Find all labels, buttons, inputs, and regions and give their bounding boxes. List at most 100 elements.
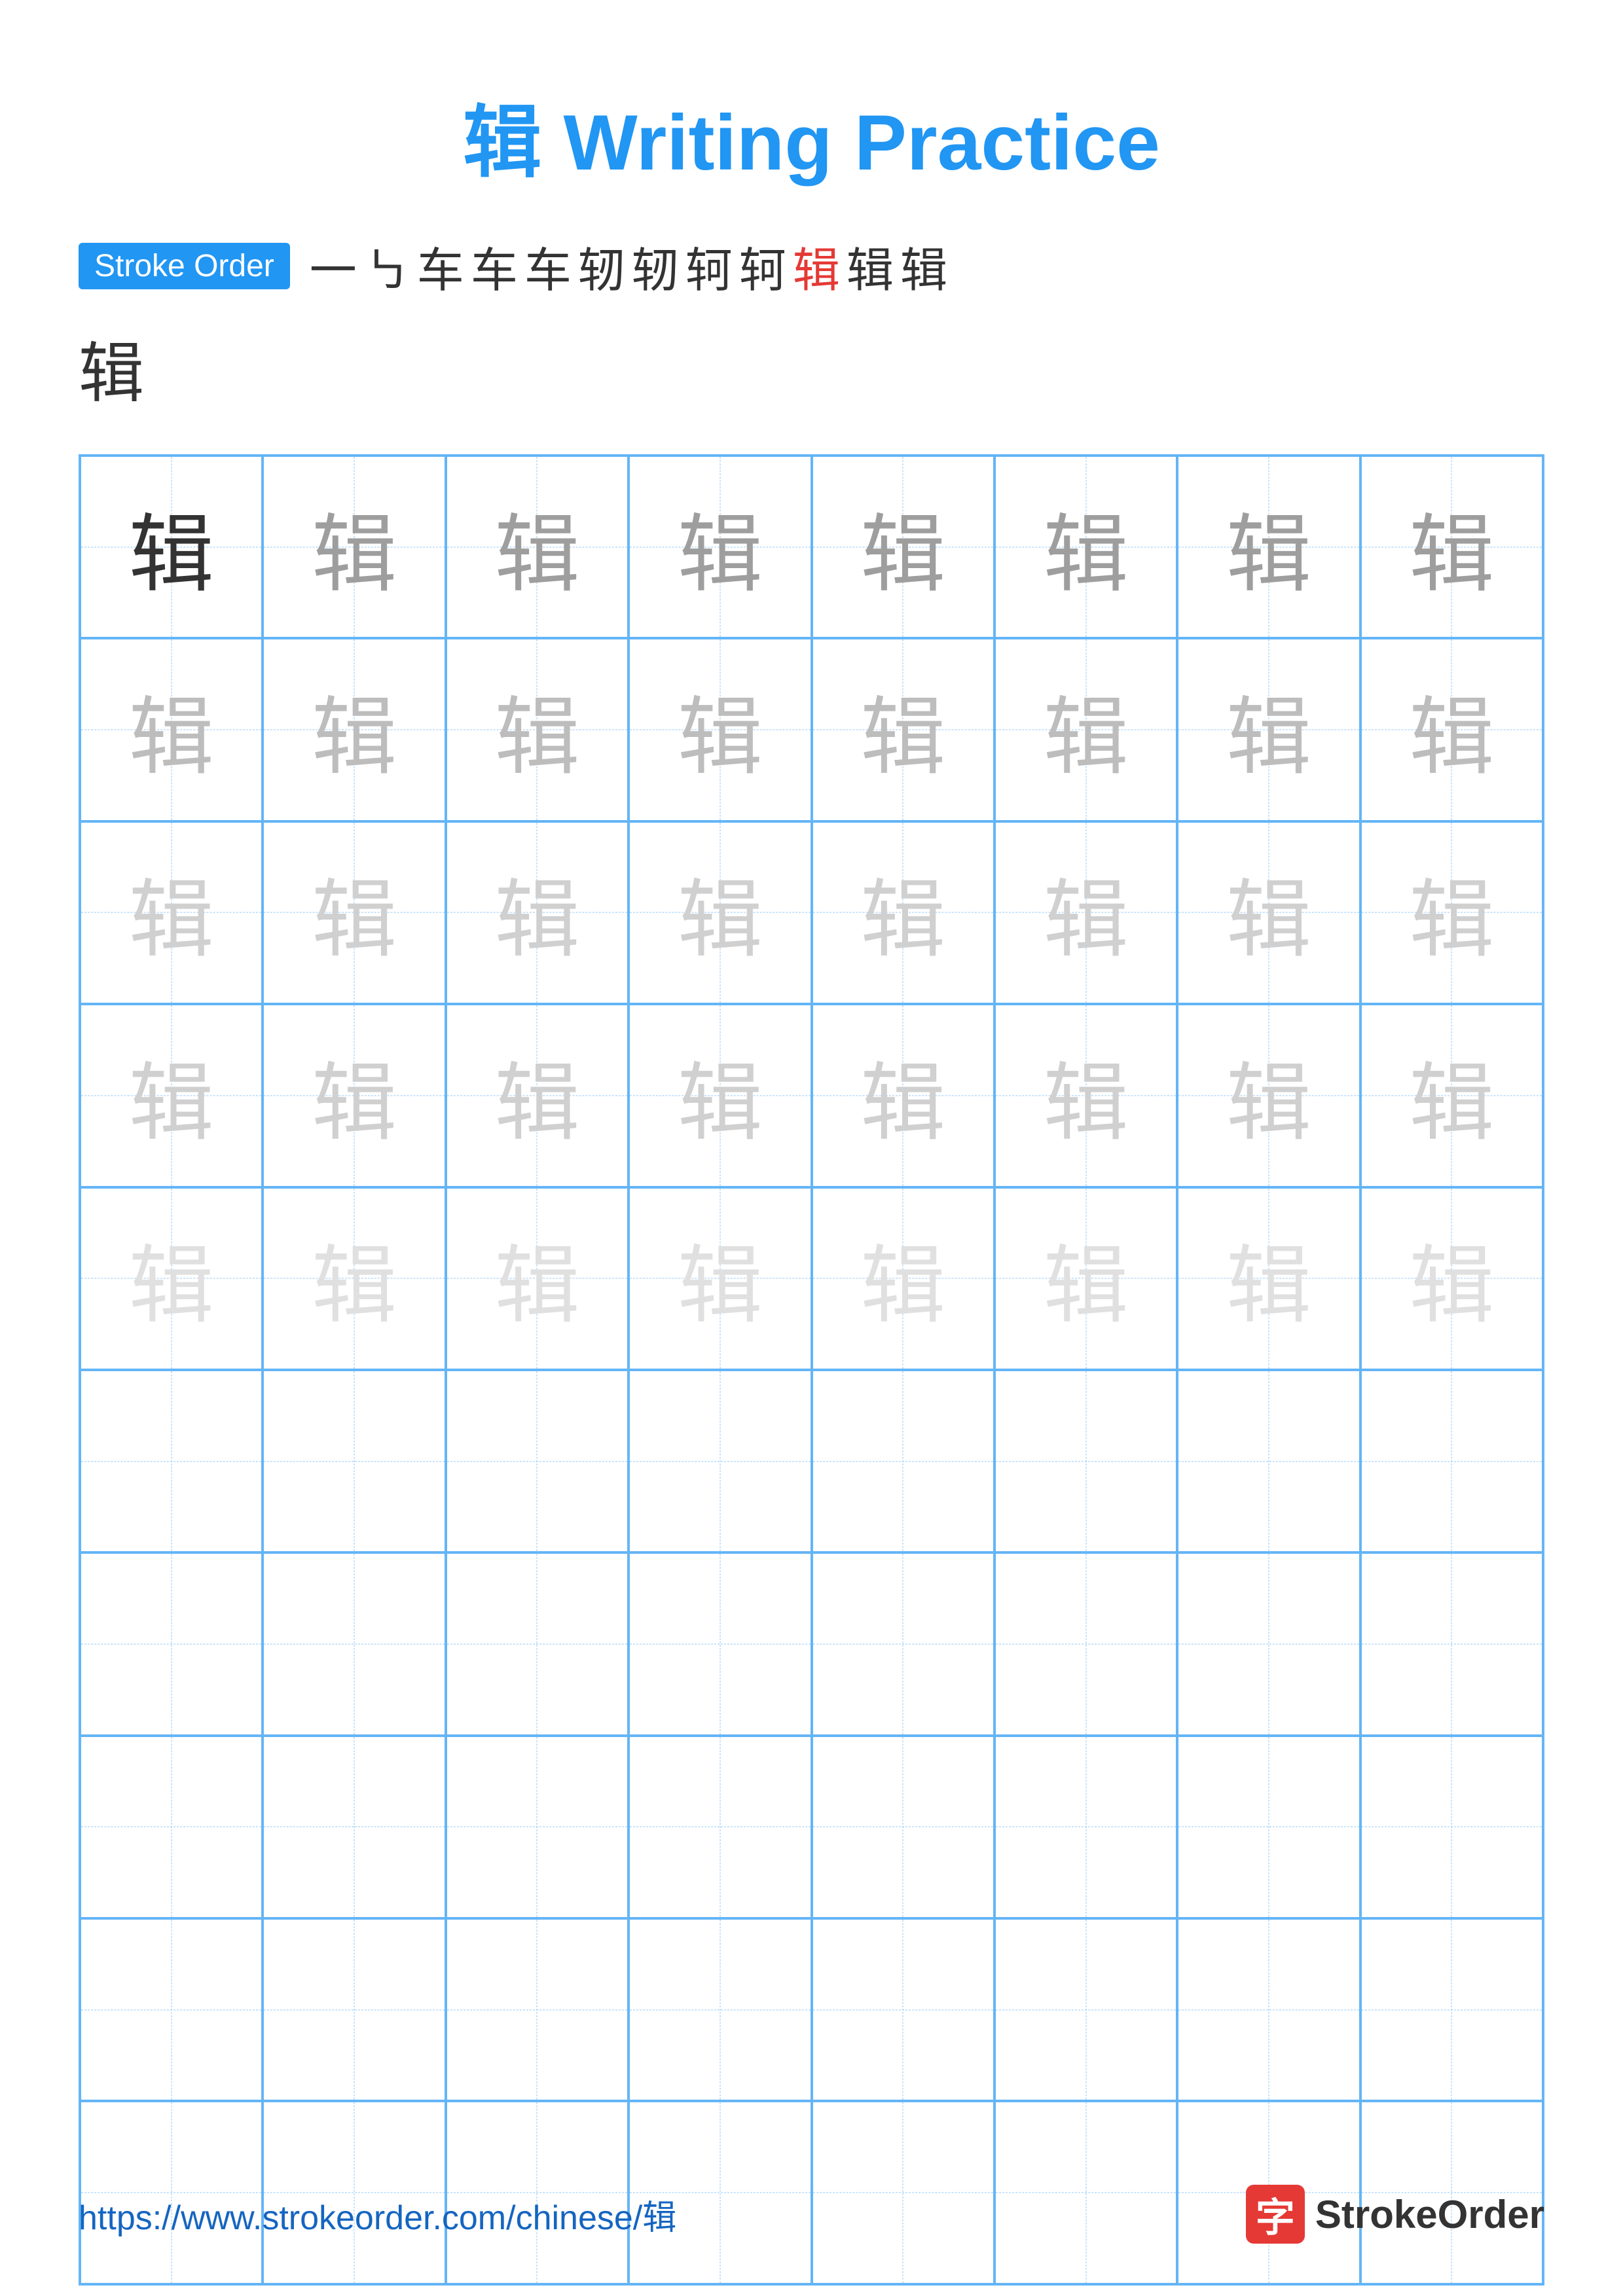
grid-cell-empty[interactable]: [80, 1552, 263, 1735]
grid-cell[interactable]: 辑: [263, 1187, 445, 1370]
practice-char: 辑: [678, 1034, 763, 1157]
grid-cell[interactable]: 辑: [812, 638, 994, 821]
grid-cell[interactable]: 辑: [1177, 638, 1360, 821]
grid-cell-empty[interactable]: [629, 1552, 811, 1735]
practice-char: 辑: [1409, 1217, 1494, 1340]
grid-cell-empty[interactable]: [812, 1552, 994, 1735]
grid-cell-empty[interactable]: [263, 1370, 445, 1552]
grid-cell-empty[interactable]: [263, 1552, 445, 1735]
grid-cell[interactable]: 辑: [1360, 638, 1543, 821]
grid-cell-empty[interactable]: [994, 1370, 1177, 1552]
stroke-3: 车: [417, 232, 464, 300]
grid-row-3: 辑 辑 辑 辑 辑 辑 辑 辑: [80, 821, 1543, 1004]
practice-char: 辑: [1226, 851, 1311, 974]
grid-row-5: 辑 辑 辑 辑 辑 辑 辑 辑: [80, 1187, 1543, 1370]
grid-cell[interactable]: 辑: [80, 821, 263, 1004]
grid-cell-empty[interactable]: [80, 1736, 263, 1918]
grid-cell-empty[interactable]: [80, 1370, 263, 1552]
grid-cell[interactable]: 辑: [263, 638, 445, 821]
grid-cell[interactable]: 辑: [446, 1004, 629, 1187]
grid-cell-empty[interactable]: [1177, 1918, 1360, 2101]
grid-cell-empty[interactable]: [812, 1918, 994, 2101]
grid-cell-empty[interactable]: [446, 1552, 629, 1735]
practice-char: 辑: [678, 668, 763, 791]
practice-char: 辑: [678, 851, 763, 974]
grid-cell-empty[interactable]: [1360, 1370, 1543, 1552]
practice-char: 辑: [860, 486, 945, 609]
practice-char: 辑: [312, 1034, 397, 1157]
grid-cell[interactable]: 辑: [1360, 1004, 1543, 1187]
practice-char: 辑: [129, 1217, 214, 1340]
grid-cell[interactable]: 辑: [446, 1187, 629, 1370]
grid-cell[interactable]: 辑: [994, 638, 1177, 821]
grid-cell-empty[interactable]: [812, 1370, 994, 1552]
grid-cell[interactable]: 辑: [80, 456, 263, 638]
page-title: 辑 Writing Practice: [463, 79, 1160, 192]
grid-cell[interactable]: 辑: [994, 456, 1177, 638]
grid-row-6: [80, 1370, 1543, 1552]
grid-cell[interactable]: 辑: [629, 638, 811, 821]
grid-cell-empty[interactable]: [994, 1918, 1177, 2101]
stroke-12: 辑: [900, 232, 947, 300]
practice-char: 辑: [494, 1217, 579, 1340]
grid-cell-empty[interactable]: [629, 1370, 811, 1552]
grid-cell-empty[interactable]: [1177, 1552, 1360, 1735]
practice-char: 辑: [494, 1034, 579, 1157]
grid-cell[interactable]: 辑: [80, 1187, 263, 1370]
footer-url[interactable]: https://www.strokeorder.com/chinese/辑: [79, 2190, 676, 2239]
grid-cell-empty[interactable]: [1177, 1370, 1360, 1552]
grid-cell[interactable]: 辑: [1360, 456, 1543, 638]
grid-cell[interactable]: 辑: [1177, 1004, 1360, 1187]
grid-cell-empty[interactable]: [80, 1918, 263, 2101]
grid-cell[interactable]: 辑: [80, 638, 263, 821]
grid-cell[interactable]: 辑: [994, 821, 1177, 1004]
grid-cell-empty[interactable]: [446, 1370, 629, 1552]
grid-cell[interactable]: 辑: [812, 1187, 994, 1370]
footer: https://www.strokeorder.com/chinese/辑 字 …: [79, 2185, 1544, 2244]
practice-char: 辑: [1409, 1034, 1494, 1157]
stroke-7: 轫: [632, 232, 679, 300]
footer-logo-text: StrokeOrder: [1315, 2192, 1544, 2237]
practice-char: 辑: [129, 668, 214, 791]
grid-row-8: [80, 1736, 1543, 1918]
grid-cell[interactable]: 辑: [629, 1187, 811, 1370]
grid-cell[interactable]: 辑: [812, 1004, 994, 1187]
grid-cell-empty[interactable]: [263, 1918, 445, 2101]
grid-cell[interactable]: 辑: [1360, 1187, 1543, 1370]
stroke-10: 辑: [793, 232, 840, 300]
practice-char: 辑: [1044, 486, 1129, 609]
grid-cell-empty[interactable]: [994, 1736, 1177, 1918]
grid-cell[interactable]: 辑: [812, 821, 994, 1004]
grid-cell[interactable]: 辑: [446, 821, 629, 1004]
grid-cell-empty[interactable]: [1360, 1736, 1543, 1918]
grid-cell-empty[interactable]: [629, 1918, 811, 2101]
grid-cell-empty[interactable]: [1360, 1552, 1543, 1735]
grid-cell-empty[interactable]: [994, 1552, 1177, 1735]
grid-cell[interactable]: 辑: [812, 456, 994, 638]
grid-cell[interactable]: 辑: [1177, 1187, 1360, 1370]
grid-cell[interactable]: 辑: [263, 1004, 445, 1187]
grid-cell[interactable]: 辑: [263, 821, 445, 1004]
grid-cell-empty[interactable]: [1177, 1736, 1360, 1918]
grid-cell[interactable]: 辑: [994, 1004, 1177, 1187]
grid-cell[interactable]: 辑: [629, 821, 811, 1004]
grid-cell[interactable]: 辑: [1177, 456, 1360, 638]
grid-cell-empty[interactable]: [446, 1736, 629, 1918]
practice-char: 辑: [312, 851, 397, 974]
grid-cell[interactable]: 辑: [629, 456, 811, 638]
grid-cell[interactable]: 辑: [80, 1004, 263, 1187]
grid-cell-empty[interactable]: [446, 1918, 629, 2101]
grid-cell-empty[interactable]: [263, 1736, 445, 1918]
grid-cell-empty[interactable]: [1360, 1918, 1543, 2101]
grid-cell[interactable]: 辑: [263, 456, 445, 638]
practice-char: 辑: [494, 668, 579, 791]
grid-cell[interactable]: 辑: [1360, 821, 1543, 1004]
grid-cell[interactable]: 辑: [446, 456, 629, 638]
grid-cell-empty[interactable]: [812, 1736, 994, 1918]
grid-cell[interactable]: 辑: [629, 1004, 811, 1187]
grid-cell[interactable]: 辑: [1177, 821, 1360, 1004]
grid-cell-empty[interactable]: [629, 1736, 811, 1918]
grid-cell[interactable]: 辑: [994, 1187, 1177, 1370]
practice-char: 辑: [312, 668, 397, 791]
grid-cell[interactable]: 辑: [446, 638, 629, 821]
